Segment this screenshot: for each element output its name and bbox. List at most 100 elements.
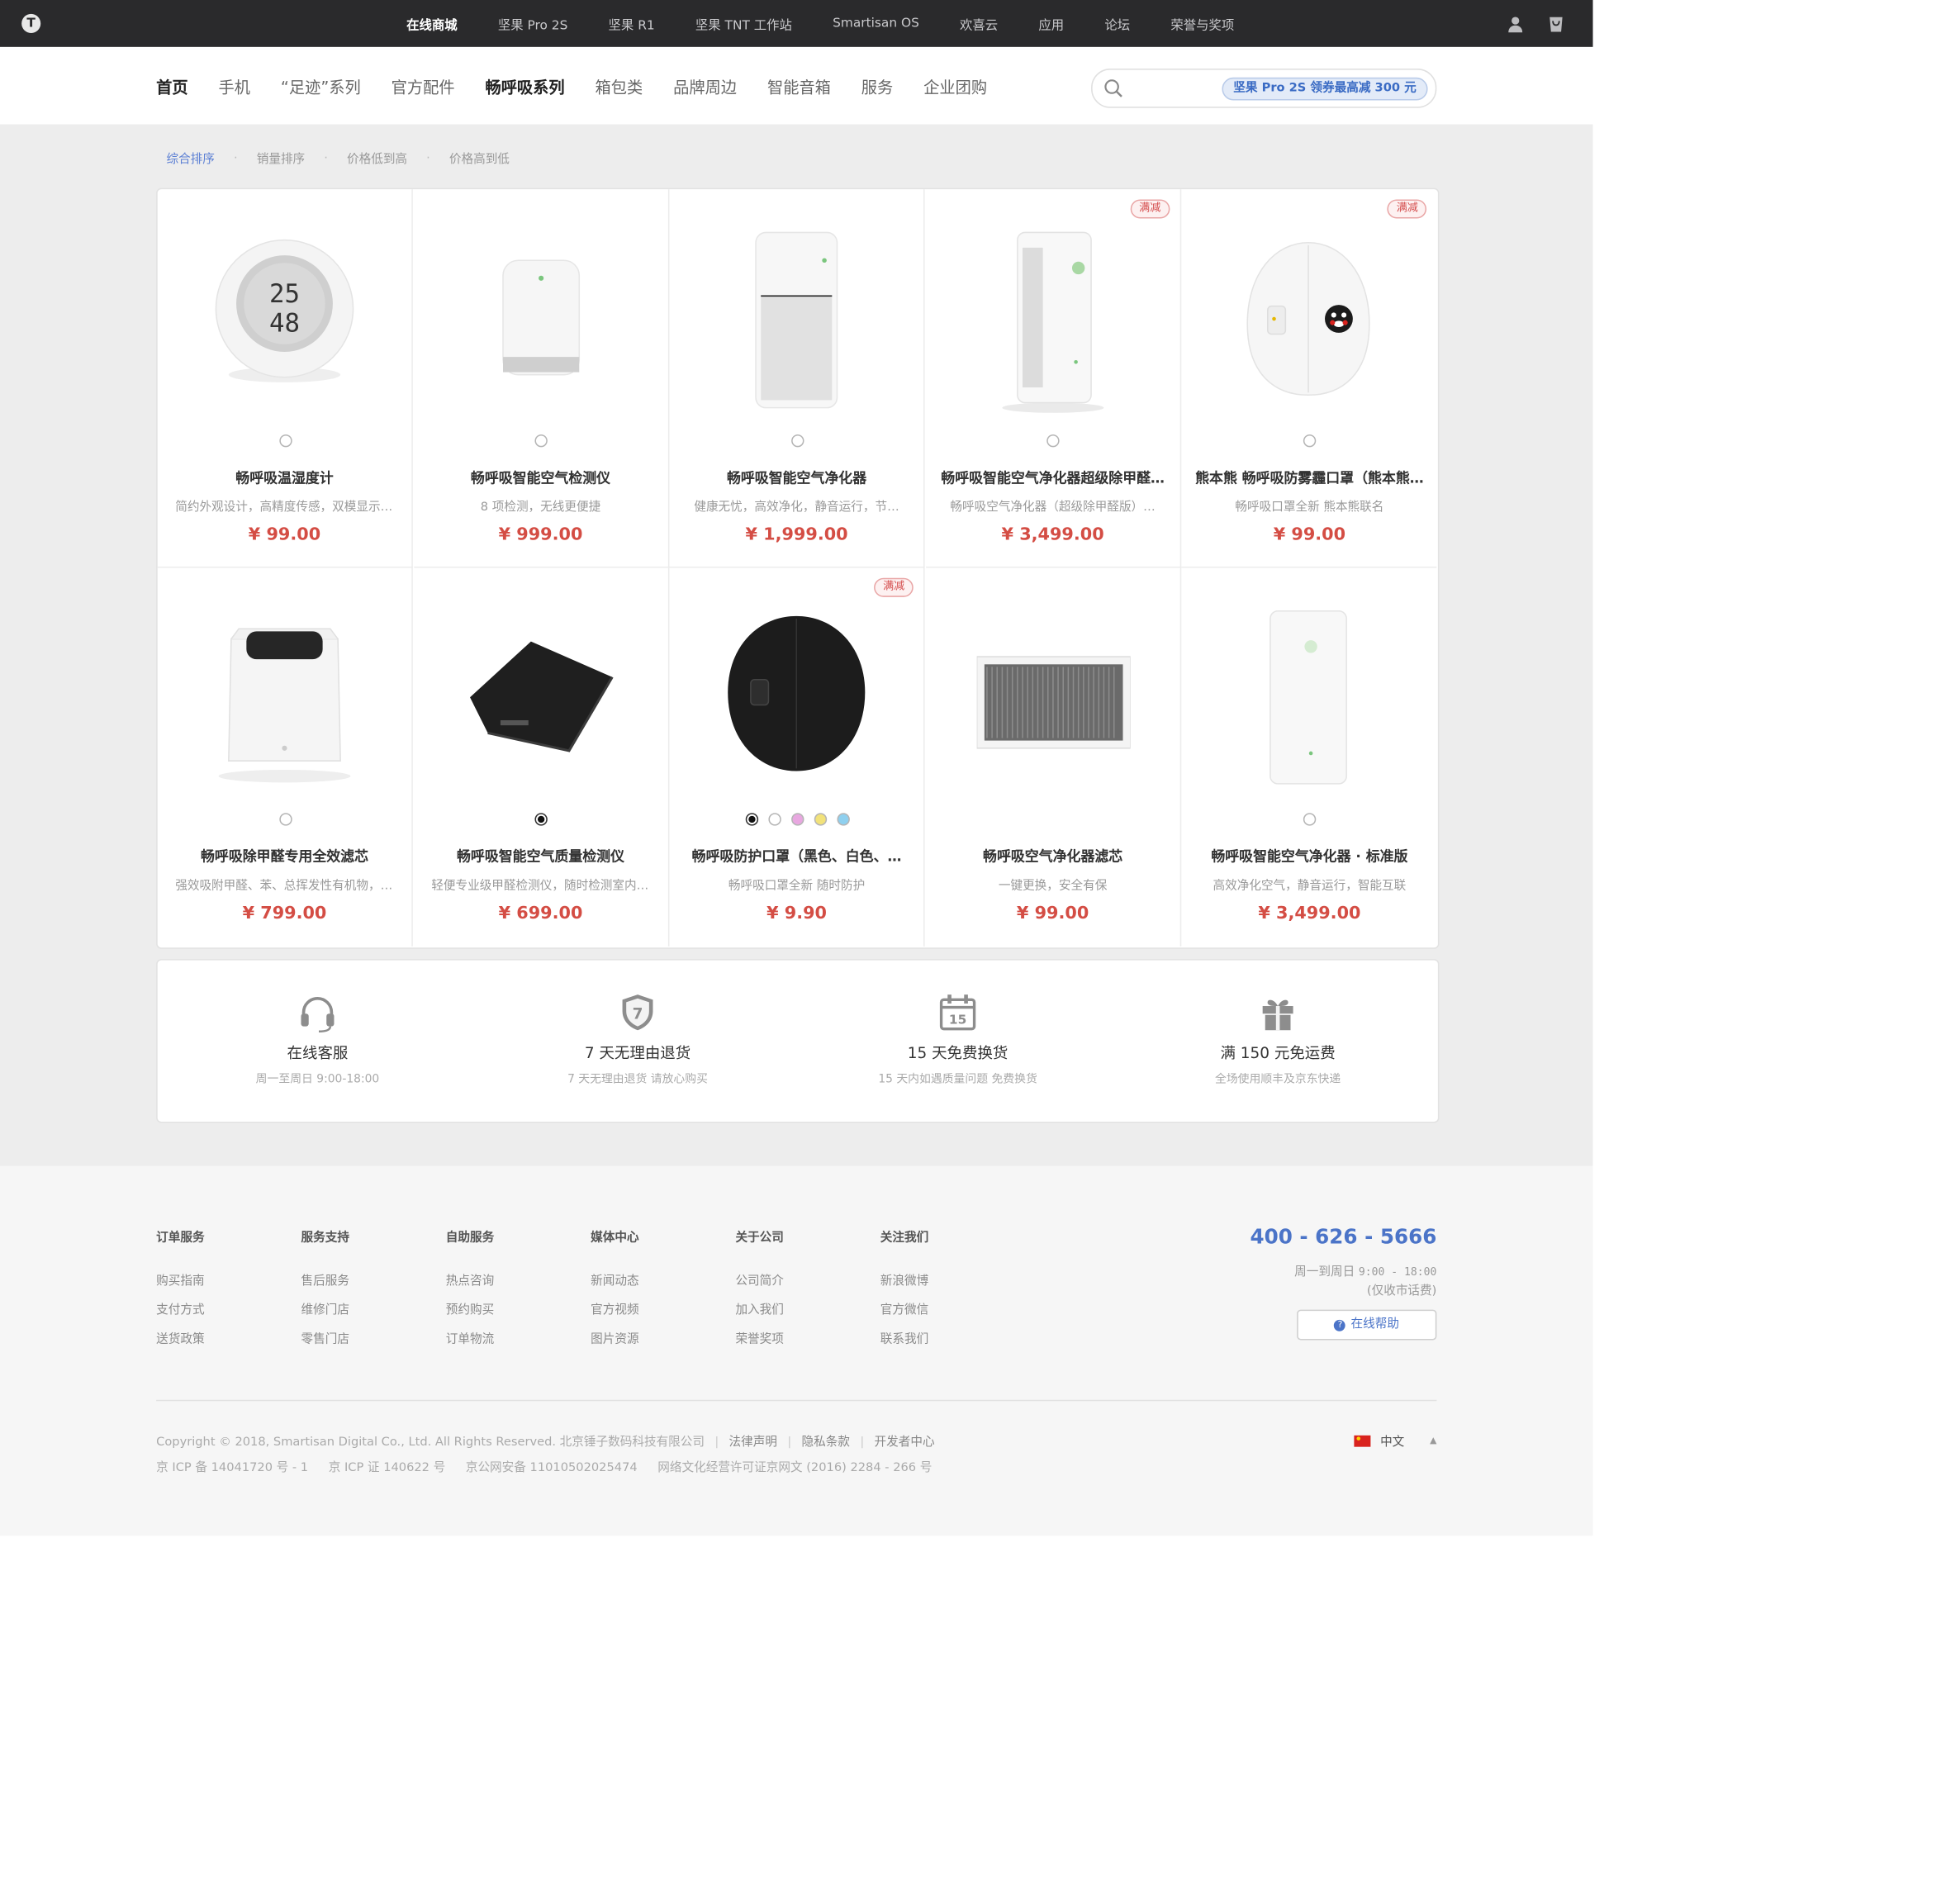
top-nav-item[interactable]: 应用 (1038, 14, 1064, 33)
color-swatch[interactable] (534, 434, 548, 448)
top-nav-item[interactable]: 坚果 Pro 2S (498, 14, 567, 33)
product-name[interactable]: 畅呼吸智能空气质量检测仪 (426, 846, 655, 866)
product-name[interactable]: 畅呼吸除甲醛专用全效滤芯 (170, 846, 399, 866)
user-icon[interactable] (1507, 14, 1525, 33)
product-name[interactable]: 畅呼吸智能空气净化器超级除甲醛… (938, 468, 1167, 488)
product-name[interactable]: 畅呼吸智能空气净化器 · 标准版 (1194, 846, 1424, 866)
top-nav-item[interactable]: Smartisan OS (833, 17, 919, 31)
product-card[interactable]: 满减 畅呼吸智能空气净化器超级除甲醛… 畅呼吸空气净化器（超级除甲醛版）… ¥ 3,4… (925, 189, 1181, 568)
product-image[interactable]: 25 48 (208, 222, 362, 413)
product-image[interactable] (464, 600, 618, 791)
legal-link[interactable]: 开发者中心 (875, 1436, 935, 1450)
language-selector[interactable]: 中文 ▲ (1353, 1431, 1436, 1450)
product-card[interactable]: 25 48 畅呼吸温湿度计 简约外观设计，高精度传感，双模显示，… ¥ 99.00 (157, 189, 413, 568)
top-nav-item[interactable]: 荣誉与奖项 (1170, 14, 1234, 33)
product-name[interactable]: 畅呼吸空气净化器滤芯 (938, 846, 1167, 866)
top-nav-item[interactable]: 坚果 R1 (609, 14, 655, 33)
footer-link[interactable]: 零售门店 (301, 1329, 440, 1346)
footer-link[interactable]: 图片资源 (591, 1329, 730, 1346)
color-swatch[interactable] (278, 434, 292, 448)
product-card[interactable]: 畅呼吸智能空气质量检测仪 轻便专业级甲醛检测仪，随时检测室内空气 ¥ 699.00 (414, 567, 669, 947)
category-nav-item[interactable]: 手机 (219, 74, 250, 97)
color-swatch[interactable] (767, 813, 781, 826)
search-icon[interactable] (1103, 78, 1122, 97)
category-nav-item[interactable]: 品牌周边 (673, 74, 737, 97)
product-image[interactable] (975, 600, 1132, 791)
color-swatch[interactable] (836, 813, 850, 826)
product-card[interactable]: 满减 熊本熊 畅呼吸防雾霾口罩（熊本熊… 畅呼吸口罩全新 熊本熊联名 ¥ 99.00 (1181, 189, 1437, 568)
product-card[interactable]: 畅呼吸智能空气净化器 · 标准版 高效净化空气，静音运行，智能互联 ¥ 3,499.… (1182, 567, 1437, 946)
product-name[interactable]: 畅呼吸智能空气检测仪 (426, 468, 655, 488)
product-image[interactable] (976, 222, 1130, 413)
footer-link[interactable]: 加入我们 (735, 1299, 875, 1317)
product-card[interactable]: 畅呼吸智能空气净化器 健康无忧，高效净化，静音运行，节… ¥ 1,999.00 (669, 189, 925, 568)
footer-link[interactable]: 预约购买 (446, 1299, 586, 1317)
footer-link[interactable]: 购买指南 (156, 1270, 296, 1289)
top-nav-item[interactable]: 坚果 TNT 工作站 (695, 14, 792, 33)
color-swatch[interactable] (790, 813, 804, 826)
footer-link[interactable]: 官方视频 (591, 1299, 730, 1317)
product-image[interactable] (208, 600, 362, 791)
icp-item[interactable]: 京 ICP 备 14041720 号 - 1 (156, 1461, 308, 1475)
product-name[interactable]: 畅呼吸智能空气净化器 (682, 468, 911, 488)
color-swatch[interactable] (814, 813, 827, 826)
legal-link[interactable]: 法律声明 (729, 1436, 777, 1450)
color-swatches (414, 434, 669, 449)
category-nav-item[interactable]: 箱包类 (596, 74, 643, 97)
color-swatch[interactable] (745, 813, 758, 826)
footer-link[interactable]: 售后服务 (301, 1270, 440, 1289)
top-nav-item[interactable]: 欢喜云 (960, 14, 998, 33)
footer-link[interactable]: 荣誉奖项 (735, 1329, 875, 1346)
color-swatch[interactable] (1303, 434, 1317, 448)
footer-link[interactable]: 新浪微博 (880, 1270, 1020, 1289)
cart-icon[interactable] (1547, 14, 1565, 32)
sort-option[interactable]: 销量排序 (257, 149, 305, 167)
color-swatch[interactable] (790, 434, 804, 448)
product-card[interactable]: 畅呼吸除甲醛专用全效滤芯 强效吸附甲醛、苯、总挥发性有机物，去… ¥ 799.00 (158, 567, 413, 947)
category-nav-item[interactable]: 官方配件 (392, 74, 455, 97)
sort-option[interactable]: 价格低到高 (347, 149, 407, 167)
footer-link[interactable]: 维修门店 (301, 1299, 440, 1317)
product-image[interactable] (464, 222, 618, 413)
search-box[interactable]: 坚果 Pro 2S 领券最高减 300 元 (1091, 69, 1437, 108)
color-swatch[interactable] (1046, 434, 1061, 448)
footer-link[interactable]: 订单物流 (446, 1329, 586, 1346)
product-image[interactable] (720, 600, 874, 791)
footer-link[interactable]: 支付方式 (156, 1299, 296, 1317)
sort-option[interactable]: 综合排序 (166, 149, 214, 167)
color-swatch[interactable] (278, 813, 292, 826)
category-nav-item[interactable]: “足迹”系列 (281, 74, 361, 97)
product-image[interactable] (720, 222, 874, 413)
category-nav-item[interactable]: 企业团购 (923, 74, 987, 97)
footer-link[interactable]: 送货政策 (156, 1329, 296, 1346)
footer-link[interactable]: 联系我们 (880, 1329, 1020, 1346)
category-nav-item[interactable]: 畅呼吸系列 (485, 74, 564, 97)
category-nav-item[interactable]: 首页 (156, 74, 187, 97)
top-nav-item[interactable]: 论坛 (1104, 14, 1130, 33)
color-swatch[interactable] (1303, 813, 1317, 826)
footer-link[interactable]: 热点咨询 (446, 1270, 586, 1289)
top-nav-item[interactable]: 在线商城 (406, 14, 458, 33)
online-help-button[interactable]: ? 在线帮助 (1297, 1309, 1437, 1341)
smartisan-logo[interactable]: T (21, 13, 41, 33)
product-card[interactable]: 畅呼吸智能空气检测仪 8 项检测，无线更便捷 ¥ 999.00 (413, 189, 669, 568)
search-promo-tag[interactable]: 坚果 Pro 2S 领券最高减 300 元 (1222, 77, 1428, 101)
product-name[interactable]: 熊本熊 畅呼吸防雾霾口罩（熊本熊… (1194, 468, 1424, 488)
product-name[interactable]: 畅呼吸温湿度计 (170, 468, 399, 488)
product-image[interactable] (1232, 222, 1386, 413)
color-swatch[interactable] (534, 813, 548, 826)
icp-item[interactable]: 网络文化经营许可证京网文 (2016) 2284 - 266 号 (657, 1461, 932, 1475)
icp-item[interactable]: 京公网安备 11010502025474 (466, 1461, 638, 1475)
product-name[interactable]: 畅呼吸防护口罩（黑色、白色、… (682, 846, 911, 866)
category-nav-item[interactable]: 服务 (861, 74, 893, 97)
legal-link[interactable]: 隐私条款 (802, 1436, 850, 1450)
product-card[interactable]: 畅呼吸空气净化器滤芯 一键更换，安全有保 ¥ 99.00 (926, 567, 1181, 947)
footer-link[interactable]: 官方微信 (880, 1299, 1020, 1317)
product-image[interactable] (1232, 600, 1386, 791)
category-nav-item[interactable]: 智能音箱 (767, 74, 831, 97)
product-card[interactable]: 满减 畅呼吸防护口罩（黑色、白色、… 畅呼吸口罩全新 随时防护 ¥ 9.90 (670, 567, 925, 947)
footer-link[interactable]: 公司简介 (735, 1270, 875, 1289)
footer-link[interactable]: 新闻动态 (591, 1270, 730, 1289)
icp-item[interactable]: 京 ICP 证 140622 号 (329, 1461, 446, 1475)
sort-option[interactable]: 价格高到低 (449, 149, 510, 167)
